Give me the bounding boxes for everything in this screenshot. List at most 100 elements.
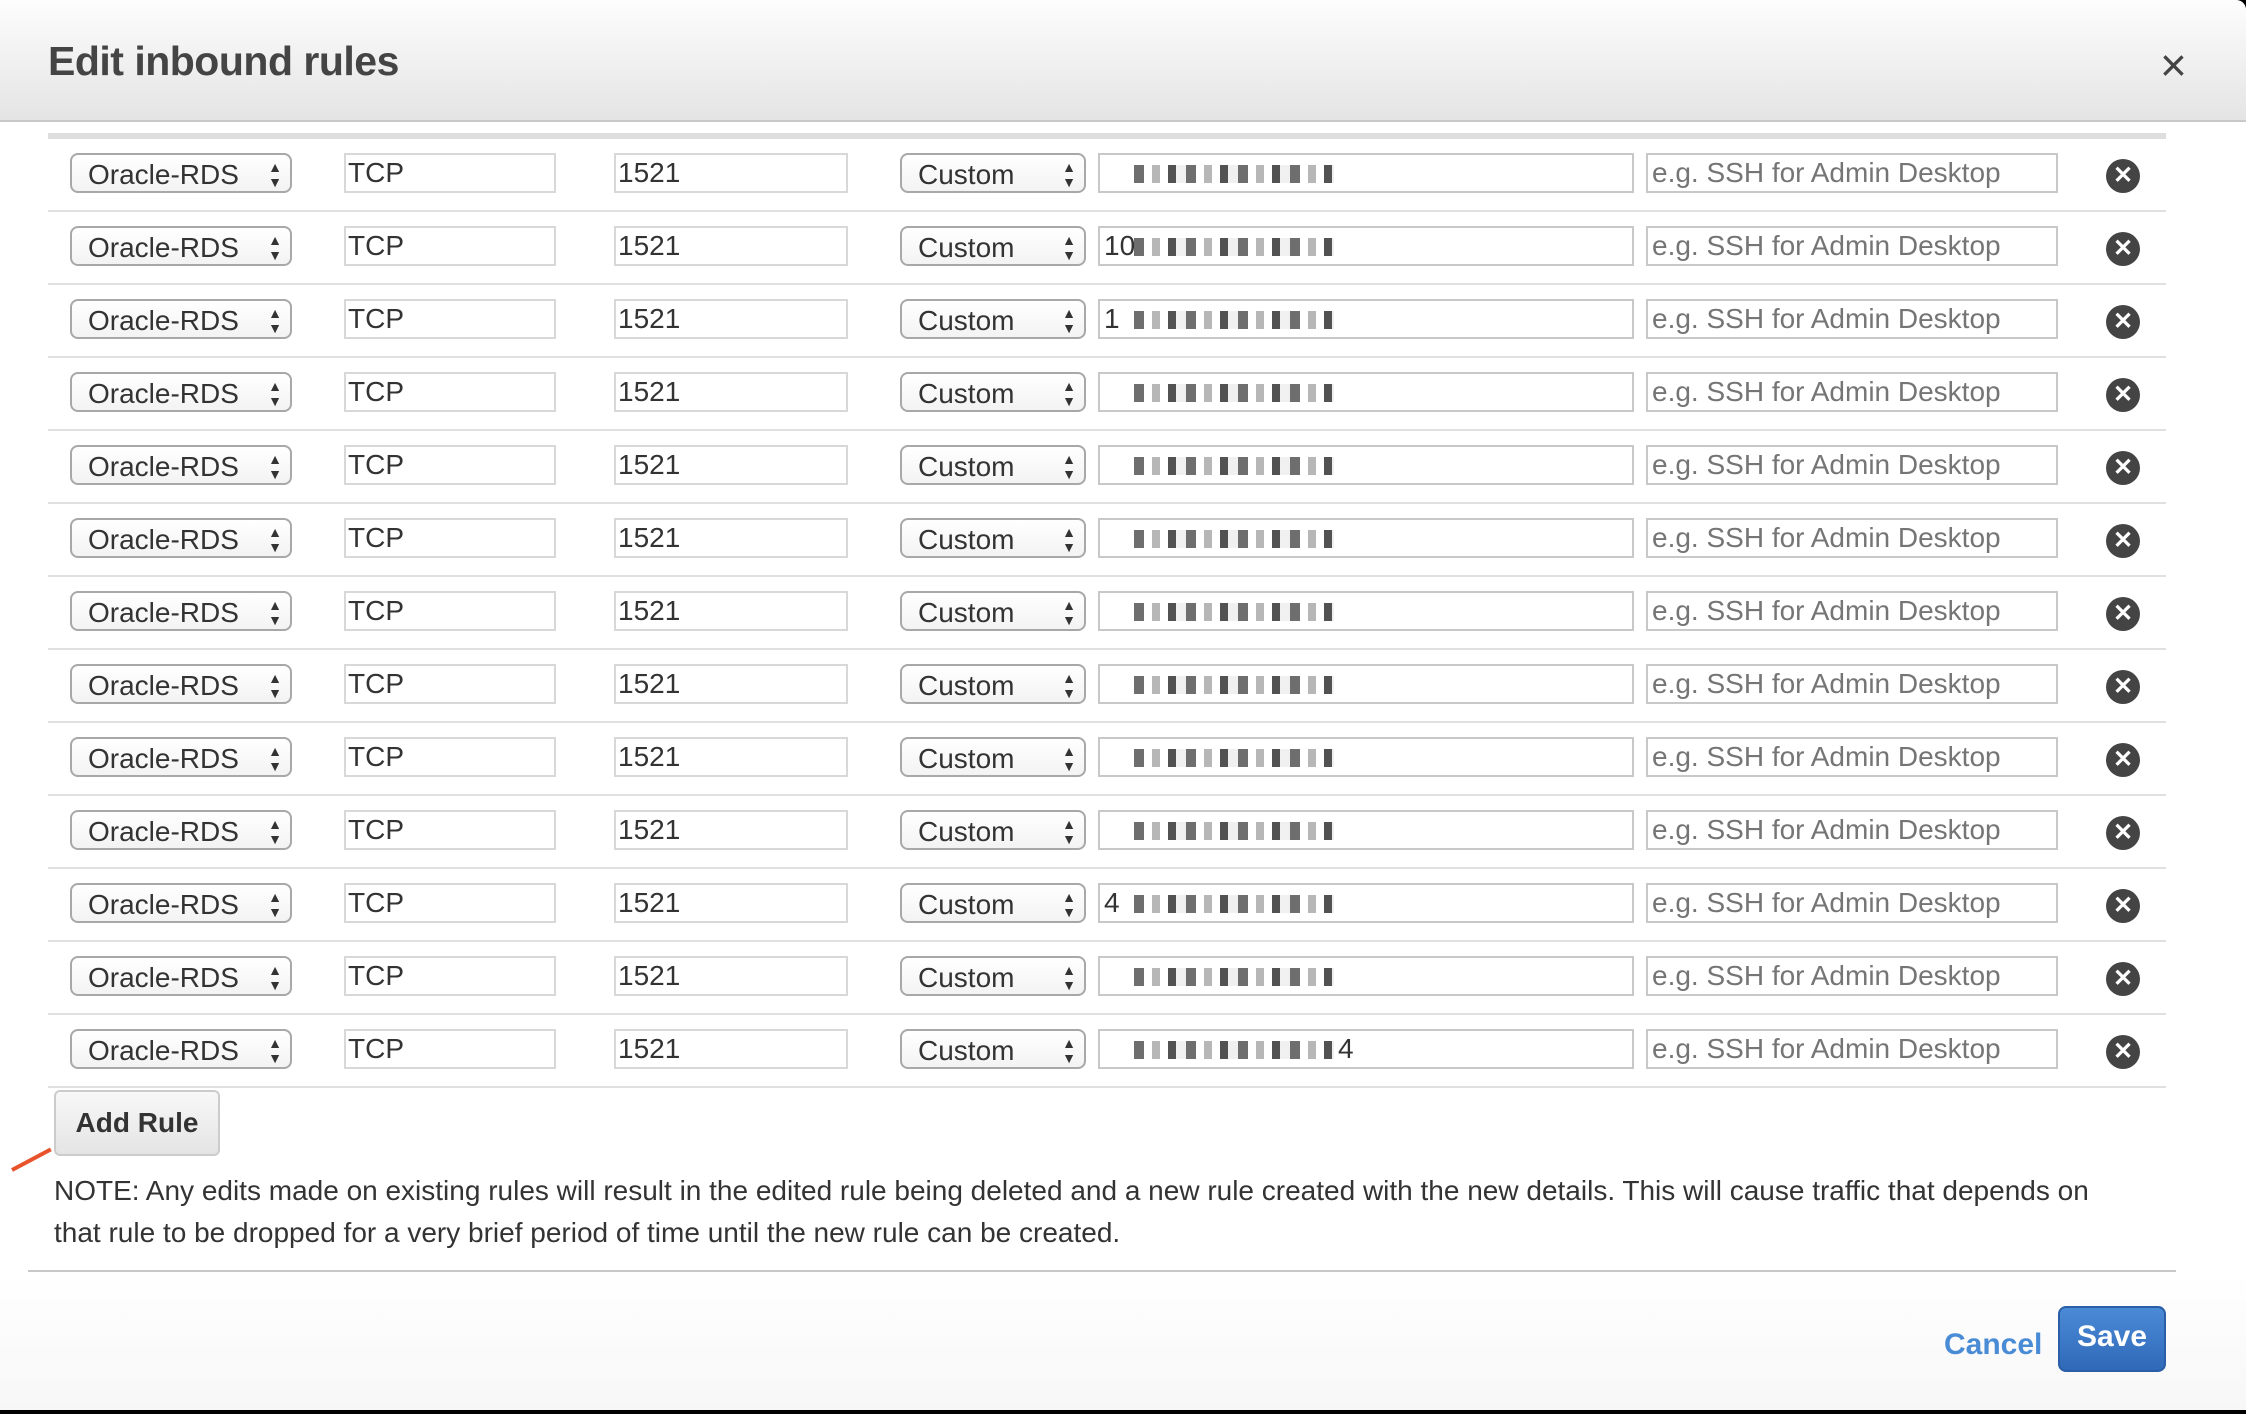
rule-type-select[interactable]: Oracle-RDS ▲ ▼ — [70, 153, 292, 193]
port-range-field[interactable]: 1521 — [614, 518, 848, 558]
remove-rule-icon[interactable]: ✕ — [2106, 816, 2140, 850]
protocol-field[interactable]: TCP — [344, 810, 556, 850]
description-input[interactable] — [1646, 372, 2058, 412]
rule-type-select[interactable]: Oracle-RDS ▲ ▼ — [70, 372, 292, 412]
port-range-field[interactable]: 1521 — [614, 664, 848, 704]
port-range-field[interactable]: 1521 — [614, 883, 848, 923]
source-cidr-input[interactable]: 10 — [1098, 226, 1634, 266]
rule-type-select[interactable]: Oracle-RDS ▲ ▼ — [70, 737, 292, 777]
source-mode-select[interactable]: Custom ▲ ▼ — [900, 153, 1086, 193]
source-cidr-input[interactable] — [1098, 153, 1634, 193]
source-mode-select[interactable]: Custom ▲ ▼ — [900, 1029, 1086, 1069]
remove-rule-icon[interactable]: ✕ — [2106, 305, 2140, 339]
source-cidr-input[interactable]: 4 — [1098, 1029, 1634, 1069]
source-mode-select[interactable]: Custom ▲ ▼ — [900, 810, 1086, 850]
source-mode-select[interactable]: Custom ▲ ▼ — [900, 299, 1086, 339]
source-cidr-input[interactable] — [1098, 591, 1634, 631]
source-cidr-input[interactable] — [1098, 445, 1634, 485]
protocol-field[interactable]: TCP — [344, 226, 556, 266]
remove-rule-icon[interactable]: ✕ — [2106, 159, 2140, 193]
description-input[interactable] — [1646, 153, 2058, 193]
remove-rule-icon[interactable]: ✕ — [2106, 670, 2140, 704]
protocol-field[interactable]: TCP — [344, 1029, 556, 1069]
source-mode-select[interactable]: Custom ▲ ▼ — [900, 445, 1086, 485]
rule-type-select[interactable]: Oracle-RDS ▲ ▼ — [70, 956, 292, 996]
rule-type-select[interactable]: Oracle-RDS ▲ ▼ — [70, 883, 292, 923]
source-cidr-input[interactable] — [1098, 518, 1634, 558]
description-input[interactable] — [1646, 518, 2058, 558]
port-range-field[interactable]: 1521 — [614, 591, 848, 631]
source-mode-select[interactable]: Custom ▲ ▼ — [900, 664, 1086, 704]
port-range-field[interactable]: 1521 — [614, 372, 848, 412]
rule-type-value: Oracle-RDS — [88, 670, 239, 701]
rule-type-value: Oracle-RDS — [88, 159, 239, 190]
source-cidr-input[interactable]: 4 — [1098, 883, 1634, 923]
protocol-field[interactable]: TCP — [344, 153, 556, 193]
protocol-field[interactable]: TCP — [344, 591, 556, 631]
source-mode-select[interactable]: Custom ▲ ▼ — [900, 518, 1086, 558]
protocol-field[interactable]: TCP — [344, 883, 556, 923]
source-mode-select[interactable]: Custom ▲ ▼ — [900, 226, 1086, 266]
source-cidr-visible-prefix: 4 — [1104, 887, 1120, 918]
protocol-field[interactable]: TCP — [344, 518, 556, 558]
protocol-field[interactable]: TCP — [344, 445, 556, 485]
source-cidr-input[interactable] — [1098, 956, 1634, 996]
source-mode-select[interactable]: Custom ▲ ▼ — [900, 883, 1086, 923]
rule-type-select[interactable]: Oracle-RDS ▲ ▼ — [70, 591, 292, 631]
source-cidr-input[interactable] — [1098, 372, 1634, 412]
protocol-field[interactable]: TCP — [344, 737, 556, 777]
rule-type-select[interactable]: Oracle-RDS ▲ ▼ — [70, 299, 292, 339]
rule-type-select[interactable]: Oracle-RDS ▲ ▼ — [70, 664, 292, 704]
port-range-field[interactable]: 1521 — [614, 226, 848, 266]
description-input[interactable] — [1646, 956, 2058, 996]
description-input[interactable] — [1646, 299, 2058, 339]
remove-rule-icon[interactable]: ✕ — [2106, 597, 2140, 631]
remove-rule-icon[interactable]: ✕ — [2106, 378, 2140, 412]
port-range-field[interactable]: 1521 — [614, 810, 848, 850]
remove-rule-icon[interactable]: ✕ — [2106, 743, 2140, 777]
source-cidr-input[interactable]: 1 — [1098, 299, 1634, 339]
port-range-field[interactable]: 1521 — [614, 737, 848, 777]
port-range-field[interactable]: 1521 — [614, 956, 848, 996]
remove-rule-icon[interactable]: ✕ — [2106, 1035, 2140, 1069]
port-range-field[interactable]: 1521 — [614, 1029, 848, 1069]
source-mode-select[interactable]: Custom ▲ ▼ — [900, 956, 1086, 996]
description-input[interactable] — [1646, 810, 2058, 850]
port-range-field[interactable]: 1521 — [614, 445, 848, 485]
remove-rule-icon[interactable]: ✕ — [2106, 889, 2140, 923]
cancel-button[interactable]: Cancel — [1944, 1328, 2042, 1362]
protocol-field[interactable]: TCP — [344, 299, 556, 339]
remove-rule-icon[interactable]: ✕ — [2106, 962, 2140, 996]
rule-type-select[interactable]: Oracle-RDS ▲ ▼ — [70, 445, 292, 485]
source-cidr-input[interactable] — [1098, 810, 1634, 850]
protocol-field[interactable]: TCP — [344, 664, 556, 704]
protocol-field[interactable]: TCP — [344, 372, 556, 412]
save-button[interactable]: Save — [2058, 1306, 2166, 1372]
source-mode-select[interactable]: Custom ▲ ▼ — [900, 591, 1086, 631]
remove-rule-icon[interactable]: ✕ — [2106, 232, 2140, 266]
description-input[interactable] — [1646, 445, 2058, 485]
port-range-field[interactable]: 1521 — [614, 299, 848, 339]
description-input[interactable] — [1646, 591, 2058, 631]
source-cidr-input[interactable] — [1098, 737, 1634, 777]
close-icon[interactable]: × — [2160, 42, 2187, 88]
rule-type-select[interactable]: Oracle-RDS ▲ ▼ — [70, 1029, 292, 1069]
rule-type-select[interactable]: Oracle-RDS ▲ ▼ — [70, 810, 292, 850]
source-mode-select[interactable]: Custom ▲ ▼ — [900, 737, 1086, 777]
rule-type-select[interactable]: Oracle-RDS ▲ ▼ — [70, 226, 292, 266]
description-input[interactable] — [1646, 226, 2058, 266]
description-input[interactable] — [1646, 1029, 2058, 1069]
description-input[interactable] — [1646, 737, 2058, 777]
source-cidr-input[interactable] — [1098, 664, 1634, 704]
remove-rule-icon[interactable]: ✕ — [2106, 524, 2140, 558]
rule-type-select[interactable]: Oracle-RDS ▲ ▼ — [70, 518, 292, 558]
select-arrows-icon: ▲ ▼ — [1062, 889, 1076, 920]
remove-rule-icon[interactable]: ✕ — [2106, 451, 2140, 485]
source-mode-select[interactable]: Custom ▲ ▼ — [900, 372, 1086, 412]
select-arrows-icon: ▲ ▼ — [268, 743, 282, 774]
description-input[interactable] — [1646, 664, 2058, 704]
description-input[interactable] — [1646, 883, 2058, 923]
protocol-field[interactable]: TCP — [344, 956, 556, 996]
port-range-field[interactable]: 1521 — [614, 153, 848, 193]
add-rule-button[interactable]: Add Rule — [54, 1090, 220, 1156]
